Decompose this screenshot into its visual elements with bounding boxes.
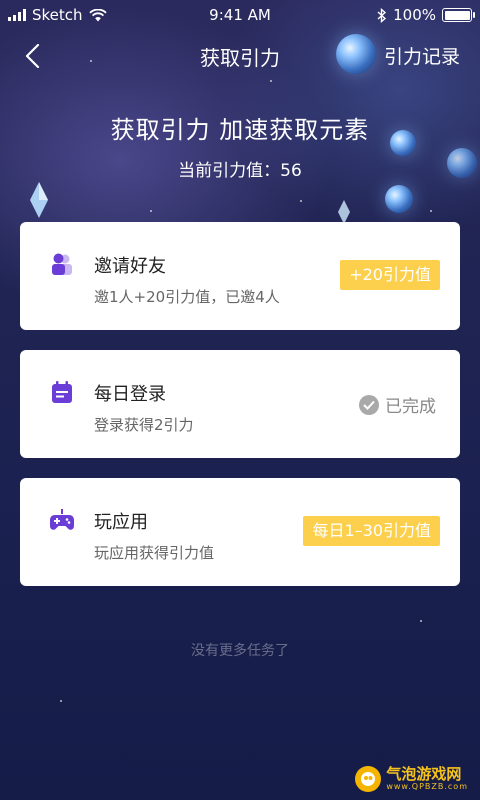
- users-icon: [52, 253, 72, 275]
- star: [300, 200, 302, 202]
- battery-icon: [442, 8, 475, 22]
- navigation-bar: 获取引力 引力记录: [0, 30, 480, 82]
- task-title: 玩应用: [94, 512, 148, 533]
- task-description: 玩应用获得引力值: [94, 544, 215, 562]
- reward-badge[interactable]: +20引力值: [340, 260, 440, 290]
- crystal-decoration: [30, 182, 48, 218]
- status-bar: Sketch 9:41 AM 100%: [0, 0, 480, 30]
- reward-badge[interactable]: 每日1–30引力值: [303, 516, 440, 546]
- task-card-invite[interactable]: 邀请好友 邀1人+20引力值，已邀4人 +20引力值: [20, 222, 460, 330]
- hero-title: 获取引力 加速获取元素: [110, 116, 370, 144]
- calendar-icon: [52, 381, 72, 403]
- bluetooth-icon: [377, 7, 387, 23]
- task-title: 每日登录: [94, 384, 166, 405]
- star: [430, 210, 432, 212]
- planet-decoration: [385, 185, 413, 213]
- task-description: 登录获得2引力: [94, 416, 194, 434]
- task-description: 邀1人+20引力值，已邀4人: [94, 288, 280, 306]
- task-card-daily-login[interactable]: 每日登录 登录获得2引力 已完成: [20, 350, 460, 458]
- battery-percent: 100%: [393, 6, 436, 24]
- check-circle-icon: [359, 394, 379, 415]
- watermark-text: 气泡游戏网 www.QPBZB.com: [386, 765, 468, 792]
- star: [60, 700, 62, 702]
- watermark-brand: 气泡游戏网: [386, 765, 462, 783]
- star: [420, 620, 422, 622]
- crystal-decoration: [338, 200, 350, 224]
- gamepad-icon: [50, 509, 74, 530]
- gravity-record-link[interactable]: 引力记录: [384, 42, 460, 69]
- watermark-url: www.QPBZB.com: [386, 782, 468, 791]
- current-gravity-value: 当前引力值：56: [178, 161, 302, 181]
- completed-status: 已完成: [359, 392, 436, 417]
- star: [150, 210, 152, 212]
- completed-label: 已完成: [385, 397, 436, 417]
- status-right: 100%: [377, 6, 475, 24]
- task-card-play-app[interactable]: 玩应用 玩应用获得引力值 每日1–30引力值: [20, 478, 460, 586]
- watermark: 气泡游戏网 www.QPBZB.com: [355, 766, 468, 792]
- task-title: 邀请好友: [94, 256, 166, 277]
- watermark-logo-icon: [355, 766, 382, 792]
- battery-level: [444, 10, 470, 20]
- no-more-tasks-text: 没有更多任务了: [191, 643, 289, 659]
